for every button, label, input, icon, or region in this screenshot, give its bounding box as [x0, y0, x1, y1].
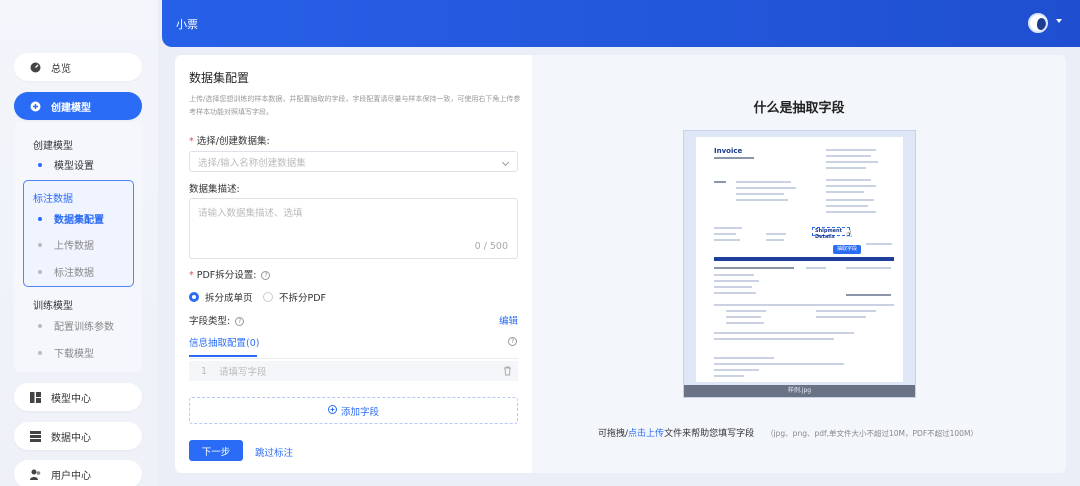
- dataset-select[interactable]: 选择/输入名称创建数据集: [189, 151, 518, 172]
- sidebar: 总览 创建模型 创建模型 模型设置 标注数据 数据集配置 上传数据 标注数据 训…: [0, 0, 158, 486]
- dataset-label: * 选择/创建数据集:: [189, 136, 270, 147]
- next-button[interactable]: 下一步: [189, 440, 243, 461]
- field-row[interactable]: 1 请填写字段: [189, 361, 518, 381]
- page-description: 上传/选择您想训练的样本数据，并配置抽取的字段，字段配置请尽量与样本保持一致，可…: [189, 95, 521, 116]
- top-bar: 小票: [162, 0, 1080, 47]
- help-icon[interactable]: ?: [235, 317, 245, 326]
- tab-extract-config[interactable]: 信息抽取配置(0): [189, 335, 259, 349]
- chevron-down-icon: [501, 158, 510, 167]
- chevron-down-icon[interactable]: [1056, 19, 1062, 23]
- sidebar-item-label-data[interactable]: 标注数据: [38, 264, 94, 279]
- desc-char-counter: 0 / 500: [474, 241, 508, 252]
- add-field-button[interactable]: 添加字段: [189, 397, 518, 424]
- nav-overview-label: 总览: [51, 63, 71, 75]
- sidebar-item-train-params[interactable]: 配置训练参数: [38, 318, 114, 333]
- grid-icon: [30, 391, 41, 403]
- help-icon[interactable]: ?: [261, 271, 271, 280]
- radio-split-pages[interactable]: 拆分成单页: [189, 290, 253, 304]
- group-create-model: 创建模型: [33, 141, 73, 152]
- avatar[interactable]: [1028, 13, 1048, 33]
- nav-data-center-label: 数据中心: [51, 432, 91, 444]
- dashboard-icon: [30, 62, 41, 73]
- edit-link[interactable]: 编辑: [499, 313, 518, 327]
- invoice-heading: Invoice: [714, 147, 743, 155]
- dataset-config-card: 数据集配置 上传/选择您想训练的样本数据，并配置抽取的字段，字段配置请尽量与样本…: [175, 55, 532, 473]
- nav-create-model-label: 创建模型: [51, 102, 91, 114]
- field-row-input[interactable]: 请填写字段: [219, 364, 267, 378]
- nav-model-center-label: 模型中心: [51, 393, 91, 405]
- users-icon: [30, 469, 41, 480]
- sidebar-item-upload-data[interactable]: 上传数据: [38, 237, 94, 252]
- group-label-data: 标注数据: [33, 194, 73, 205]
- nav-overview[interactable]: 总览: [14, 53, 142, 81]
- nav-create-model[interactable]: 创建模型: [14, 92, 142, 120]
- preview-panel: 什么是抽取字段 Invoice Shipment Details ☝ 抽取字段 …: [532, 55, 1066, 473]
- group-train-model: 训练模型: [33, 301, 73, 312]
- plus-circle-icon: [30, 101, 41, 112]
- plus-circle-icon: [327, 404, 337, 417]
- upload-note: （jpg、png、pdf,单文件大小不超过10M，PDF不超过100M）: [766, 429, 978, 438]
- sample-filename: 样例.jpg: [684, 385, 915, 397]
- sample-invoice: Invoice Shipment Details ☝ 抽取字段: [696, 137, 903, 382]
- trash-icon[interactable]: [503, 366, 512, 379]
- nav-user-center-label: 用户中心: [51, 470, 91, 482]
- tab-divider: [189, 358, 518, 359]
- dataset-desc-label: 数据集描述:: [189, 184, 240, 195]
- sidebar-item-dataset-config[interactable]: 数据集配置: [38, 211, 104, 226]
- shipment-details-box: Shipment Details: [812, 227, 850, 240]
- hand-pointer-icon: ☝: [846, 229, 853, 240]
- sidebar-item-model-settings[interactable]: 模型设置: [38, 157, 94, 172]
- pdf-split-label: * PDF拆分设置:?: [189, 267, 271, 281]
- field-type-label: 字段类型:?: [189, 313, 245, 327]
- extract-field-tooltip: 抽取字段: [833, 245, 862, 254]
- database-icon: [30, 430, 41, 442]
- upload-link[interactable]: 点击上传: [628, 429, 664, 439]
- radio-no-split[interactable]: 不拆分PDF: [263, 290, 326, 304]
- help-icon[interactable]: ?: [508, 337, 517, 346]
- tab-active-indicator: [189, 355, 257, 357]
- nav-model-center[interactable]: 模型中心: [14, 383, 142, 411]
- page-title: 数据集配置: [189, 71, 250, 85]
- preview-title: 什么是抽取字段: [753, 101, 845, 116]
- dataset-desc-placeholder: 请输入数据集描述、选填: [198, 208, 303, 219]
- skip-label-link[interactable]: 跳过标注: [255, 445, 293, 459]
- dataset-select-placeholder: 选择/输入名称创建数据集: [198, 157, 306, 169]
- upload-hint: 可拖拽/点击上传文件来帮助您填写字段 （jpg、png、pdf,单文件大小不超过1…: [598, 429, 978, 439]
- dataset-desc-textarea[interactable]: 请输入数据集描述、选填 0 / 500: [189, 198, 518, 259]
- nav-data-center[interactable]: 数据中心: [14, 422, 142, 450]
- sidebar-item-download-model[interactable]: 下载模型: [38, 345, 94, 360]
- field-row-index: 1: [200, 365, 208, 377]
- nav-user-center[interactable]: 用户中心: [14, 460, 142, 486]
- app-title: 小票: [176, 18, 198, 31]
- sample-document-image: Invoice Shipment Details ☝ 抽取字段 样例.jpg: [683, 130, 916, 398]
